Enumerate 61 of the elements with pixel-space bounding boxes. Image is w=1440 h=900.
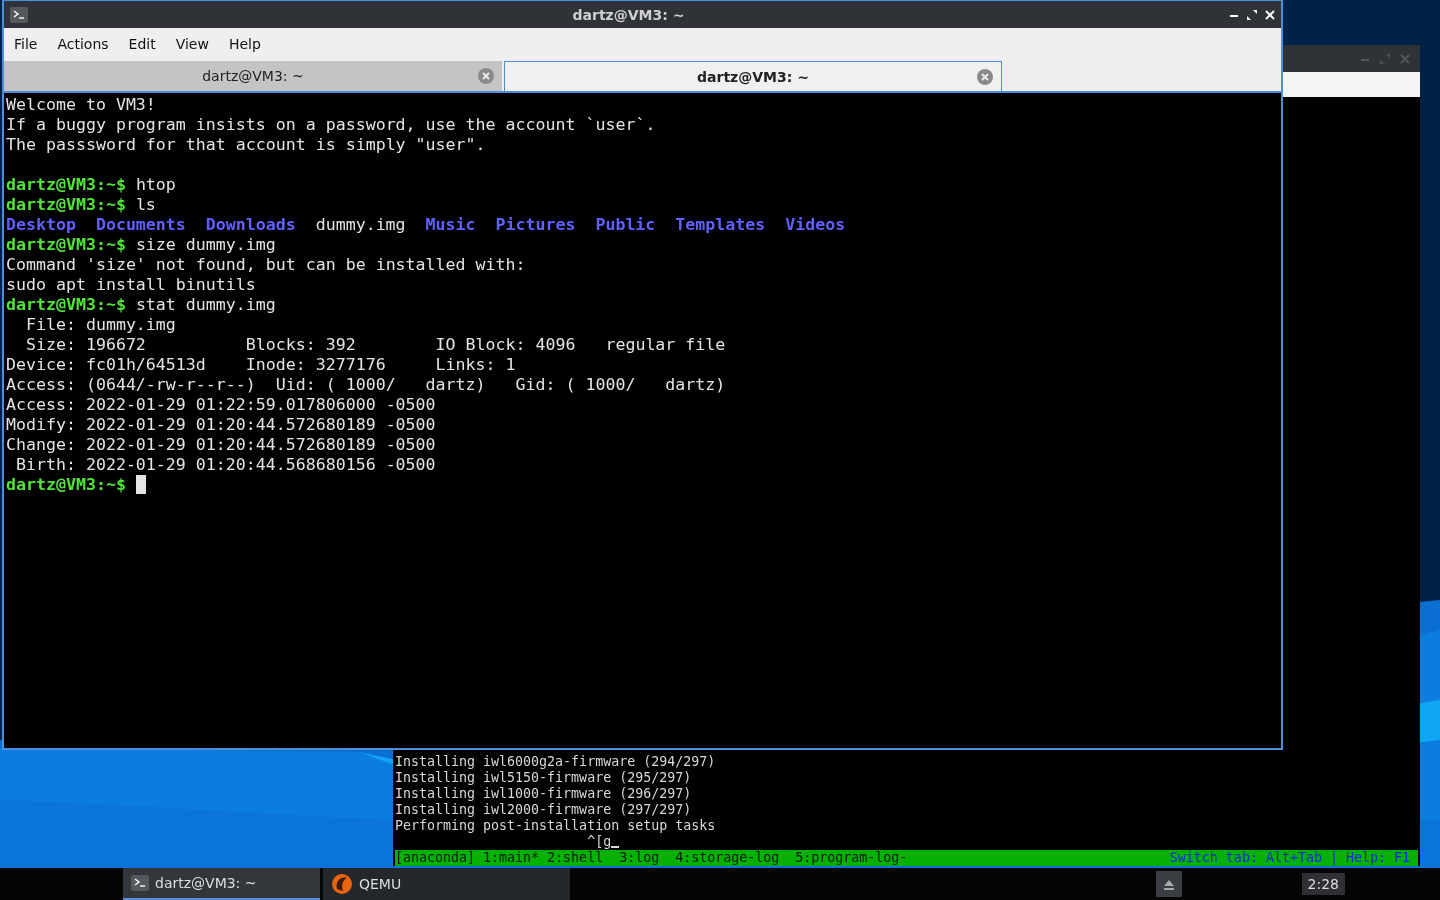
- output-text: Size: 196672 Blocks: 392 IO Block: 4096 regular file: [24, 335, 726, 355]
- console-line: Installing iwl2000-firmware (297/297): [395, 802, 693, 818]
- directory-name: Desktop: [6, 215, 76, 235]
- prompt-text: dartz@VM3:~$: [6, 475, 126, 495]
- close-icon: [478, 68, 494, 84]
- prompt-text: dartz@VM3:~$: [6, 175, 126, 195]
- menu-item[interactable]: Edit: [118, 35, 166, 52]
- close-icon: [977, 69, 993, 85]
- help-text: Switch tab: Alt+Tab | Help: F1: [1169, 850, 1411, 866]
- output-text: Birth: 2022-01-29 01:20:44.568680156 -0500: [15, 455, 436, 475]
- file-name: dummy.img: [315, 215, 406, 235]
- output-text: Change: 2022-01-29 01:20:44.572680189 -0500: [6, 435, 436, 455]
- console-line: Installing iwl5150-firmware (295/297): [395, 770, 693, 786]
- command-text: size dummy.img: [135, 235, 276, 255]
- prompt-text: dartz@VM3:~$: [6, 195, 126, 215]
- output-text: Device: fc01h/64513d Inode: 3277176 Links: 1: [6, 355, 516, 375]
- taskbar-button[interactable]: dartz@VM3: ~: [123, 868, 320, 900]
- directory-name: Documents: [95, 215, 186, 235]
- output-text: Access: (0644/-rw-r--r--) Uid: ( 1000/ dartz) Gid: ( 1000/ dartz): [6, 375, 726, 395]
- menu-item[interactable]: View: [165, 35, 219, 52]
- directory-name: Videos: [785, 215, 846, 235]
- menu-item[interactable]: File: [4, 35, 48, 52]
- console-line: ^[g: [587, 834, 612, 850]
- directory-name: Downloads: [205, 215, 296, 235]
- clock: 2:28: [1301, 873, 1345, 895]
- maximize-icon: [1380, 53, 1390, 64]
- window-list: [anaconda] 1:main* 2:shell 3:log 4:storage-log 5:program-log-: [395, 850, 908, 866]
- output-text: sudo apt install binutils: [6, 275, 256, 295]
- output-text: The passsword for that account is simply "user".: [6, 135, 486, 155]
- taskbar-button[interactable]: QEMU: [323, 868, 570, 900]
- console-line: Installing iwl1000-firmware (296/297): [395, 786, 693, 802]
- app-icon: [331, 873, 353, 895]
- eject-icon: [1162, 878, 1175, 890]
- output-text: Command 'size' not found, but can be installed with:: [6, 255, 526, 275]
- command-text: stat dummy.img: [135, 295, 276, 315]
- output-text: Access: 2022-01-29 01:22:59.017806000 -0500: [6, 395, 436, 415]
- menu-item[interactable]: Actions: [47, 35, 119, 52]
- tab[interactable]: dartz@VM3: ~: [4, 61, 502, 91]
- close-icon: [1400, 53, 1410, 64]
- directory-name: Templates: [675, 215, 766, 235]
- terminal-icon: [131, 875, 149, 891]
- terminal-icon: [10, 6, 28, 23]
- tray-button[interactable]: [1155, 871, 1182, 897]
- prompt-text: dartz@VM3:~$: [6, 295, 126, 315]
- output-text: File: dummy.img: [24, 315, 176, 335]
- close-icon: [1265, 9, 1275, 20]
- directory-name: Pictures: [495, 215, 576, 235]
- command-text: ls: [135, 195, 156, 215]
- window-title: dartz@VM3: ~: [571, 6, 686, 23]
- tab[interactable]: dartz@VM3: ~: [504, 61, 1002, 91]
- maximize-icon: [1247, 9, 1257, 20]
- menu-item[interactable]: Help: [218, 35, 271, 52]
- directory-name: Public: [595, 215, 656, 235]
- command-text: htop: [135, 175, 176, 195]
- output-text: If a buggy program insists on a password, use the account `user`.: [6, 115, 656, 135]
- output-text: Welcome to VM3!: [6, 95, 156, 115]
- console-line: Installing iwl6000g2a-firmware (294/297): [395, 754, 717, 770]
- console-line: Performing post-installation setup tasks: [395, 818, 717, 834]
- prompt-text: dartz@VM3:~$: [6, 235, 126, 255]
- directory-name: Music: [425, 215, 476, 235]
- output-text: Modify: 2022-01-29 01:20:44.572680189 -0500: [6, 415, 436, 435]
